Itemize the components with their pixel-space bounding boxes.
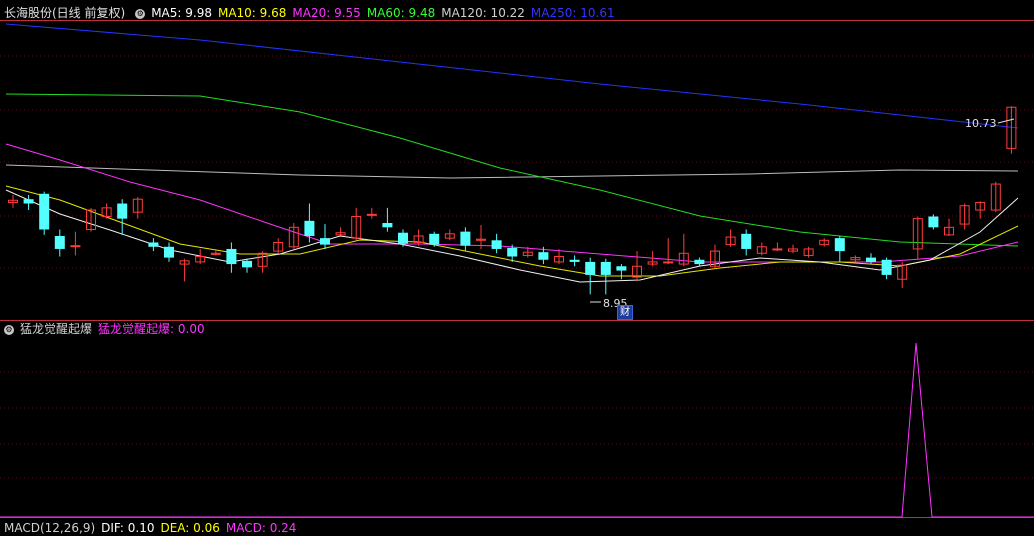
candle-body [70, 245, 81, 248]
ma250-line [5, 23, 1019, 129]
candle-body [694, 259, 705, 265]
candle-body [398, 232, 408, 244]
candle-body [54, 235, 65, 249]
indicator-value: 猛龙觉醒起爆: 0.00 [98, 322, 205, 336]
candle-body [242, 260, 252, 268]
candlestick-chart[interactable]: 10.738.95 [0, 0, 1034, 529]
candle-body [491, 240, 502, 249]
high-price-label: 10.73 [965, 117, 997, 130]
candle-body [928, 216, 939, 228]
candle-body [507, 247, 518, 257]
candle-body [39, 193, 50, 230]
candle-body [429, 233, 440, 245]
macd-value: MACD: 0.24 [225, 521, 297, 535]
candle-body [366, 213, 377, 216]
candle-body [600, 261, 611, 275]
candle-body [616, 266, 627, 271]
macd-header: MACD(12,26,9) DIF: 0.10 DEA: 0.06 MACD: 0.2… [4, 520, 302, 536]
candle-body [741, 233, 752, 249]
candle-body [304, 220, 315, 236]
candle-body [164, 246, 174, 258]
indicator-header: ⚙ 猛龙觉醒起爆 猛龙觉醒起爆: 0.00 [4, 321, 211, 337]
settings-icon[interactable]: ⚙ [4, 324, 14, 335]
macd-label[interactable]: MACD(12,26,9) [4, 521, 95, 535]
candle-body [23, 199, 34, 204]
candle-body [585, 261, 596, 275]
macd-dif: DIF: 0.10 [101, 521, 155, 535]
candle-body [382, 222, 393, 228]
candle-body [117, 203, 128, 219]
candle-body [226, 248, 237, 265]
candle-body [663, 261, 674, 264]
finance-marker-icon[interactable]: 财 [617, 305, 633, 320]
macd-dea: DEA: 0.06 [160, 521, 220, 535]
candle-body [881, 259, 892, 275]
candle-body [834, 238, 845, 252]
candle-body [569, 259, 580, 262]
candle-body [772, 248, 783, 251]
ma120-line [5, 164, 1019, 179]
candle-body [866, 257, 876, 262]
candle-body [538, 252, 549, 260]
candle-body [148, 242, 159, 247]
indicator-name[interactable]: 猛龙觉醒起爆 [20, 322, 92, 336]
candle-body [460, 231, 471, 246]
candle-body [320, 238, 330, 245]
indicator-line [0, 342, 1034, 518]
